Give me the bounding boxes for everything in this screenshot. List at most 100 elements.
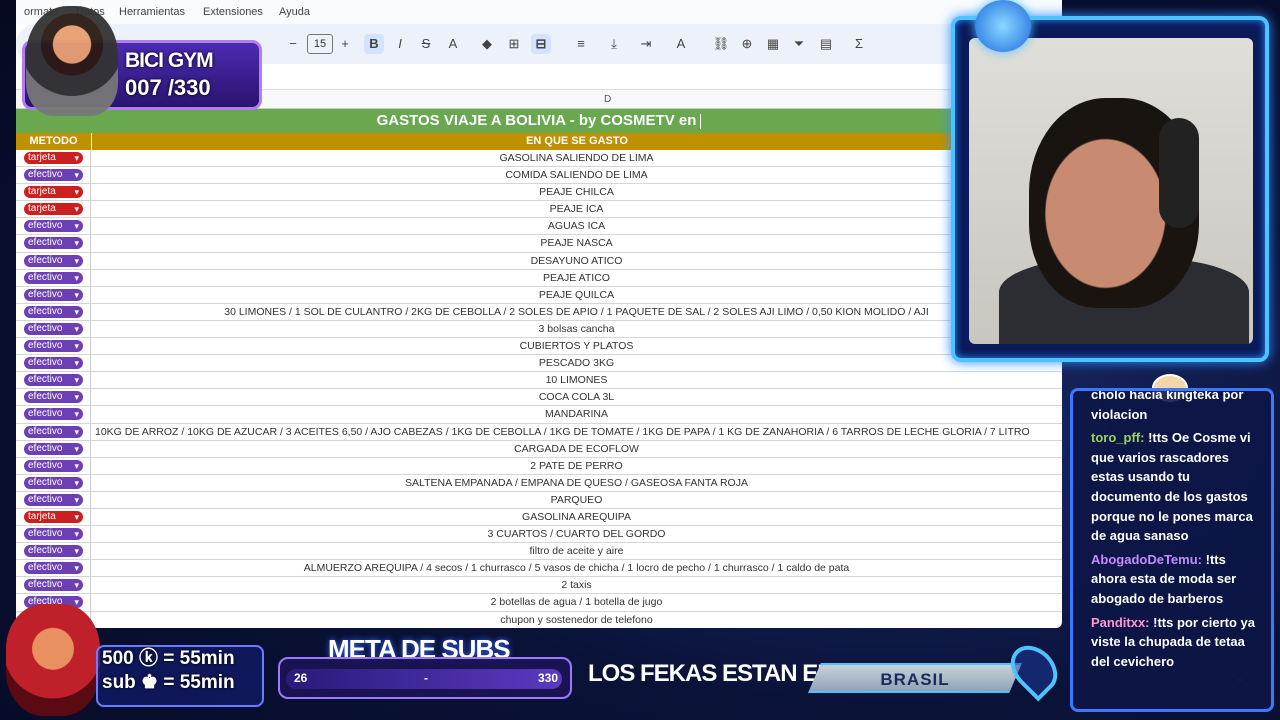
method-dropdown[interactable]: efectivo bbox=[24, 220, 83, 233]
method-cell[interactable]: efectivo bbox=[16, 577, 91, 594]
method-cell[interactable]: tarjeta bbox=[16, 150, 91, 167]
description-cell[interactable]: PEAJE NASCA bbox=[91, 235, 1062, 251]
method-dropdown[interactable]: efectivo bbox=[24, 340, 83, 353]
method-dropdown[interactable]: efectivo bbox=[24, 562, 83, 575]
description-cell[interactable]: PEAJE ATICO bbox=[91, 270, 1062, 286]
decrease-font-button[interactable]: − bbox=[283, 34, 303, 54]
font-size-input[interactable]: 15 bbox=[307, 34, 333, 54]
description-cell[interactable]: PESCADO 3KG bbox=[91, 355, 1062, 371]
chart-icon[interactable]: ▦ bbox=[763, 34, 783, 54]
fill-color-icon[interactable]: ◆ bbox=[477, 34, 497, 54]
method-dropdown[interactable]: efectivo bbox=[24, 545, 83, 558]
menu-extensions[interactable]: Extensiones bbox=[203, 6, 263, 18]
method-dropdown[interactable]: efectivo bbox=[24, 169, 83, 182]
chat-username[interactable]: AbogadoDeTemu: bbox=[1091, 552, 1202, 567]
method-dropdown[interactable]: efectivo bbox=[24, 391, 83, 404]
text-color-button[interactable]: A bbox=[443, 34, 463, 54]
method-cell[interactable]: efectivo bbox=[16, 423, 91, 440]
bold-button[interactable]: B bbox=[364, 34, 384, 54]
method-dropdown[interactable]: efectivo bbox=[24, 476, 83, 489]
description-cell[interactable]: ALMUERZO AREQUIPA / 4 secos / 1 churrasc… bbox=[91, 560, 1062, 576]
method-cell[interactable]: efectivo bbox=[16, 372, 91, 389]
menu-help[interactable]: Ayuda bbox=[279, 6, 310, 18]
description-cell[interactable]: GASOLINA AREQUIPA bbox=[91, 509, 1062, 525]
method-cell[interactable]: efectivo bbox=[16, 491, 91, 508]
link-icon[interactable]: ⛓ bbox=[711, 34, 731, 54]
description-cell[interactable]: 2 taxis bbox=[91, 577, 1062, 593]
description-cell[interactable]: CUBIERTOS Y PLATOS bbox=[91, 338, 1062, 354]
description-cell[interactable]: 30 LIMONES / 1 SOL DE CULANTRO / 2KG DE … bbox=[91, 304, 1062, 320]
method-dropdown[interactable]: efectivo bbox=[24, 271, 83, 284]
borders-icon[interactable]: ⊞ bbox=[504, 34, 524, 54]
method-cell[interactable]: efectivo bbox=[16, 252, 91, 269]
filter-views-icon[interactable]: ▤ bbox=[816, 34, 836, 54]
description-cell[interactable]: MANDARINA bbox=[91, 406, 1062, 422]
method-cell[interactable]: efectivo bbox=[16, 286, 91, 303]
description-cell[interactable]: chupon y sostenedor de telefono bbox=[91, 612, 1062, 628]
method-cell[interactable]: efectivo bbox=[16, 406, 91, 423]
method-cell[interactable]: tarjeta bbox=[16, 201, 91, 218]
align-vertical-icon[interactable]: ⤓ bbox=[604, 34, 624, 54]
increase-font-button[interactable]: + bbox=[335, 34, 355, 54]
description-cell[interactable]: CARGADA DE ECOFLOW bbox=[91, 441, 1062, 457]
method-cell[interactable]: efectivo bbox=[16, 543, 91, 560]
method-dropdown[interactable]: tarjeta bbox=[24, 510, 83, 523]
method-cell[interactable]: efectivo bbox=[16, 526, 91, 543]
method-dropdown[interactable]: efectivo bbox=[24, 408, 83, 421]
strikethrough-button[interactable]: S bbox=[416, 34, 436, 54]
description-cell[interactable]: COMIDA SALIENDO DE LIMA bbox=[91, 167, 1062, 183]
italic-button[interactable]: I bbox=[390, 34, 410, 54]
description-cell[interactable]: PEAJE ICA bbox=[91, 201, 1062, 217]
description-cell[interactable]: GASOLINA SALIENDO DE LIMA bbox=[91, 150, 1062, 166]
method-cell[interactable]: efectivo bbox=[16, 389, 91, 406]
comment-icon[interactable]: ⊕ bbox=[737, 34, 757, 54]
method-cell[interactable]: efectivo bbox=[16, 440, 91, 457]
description-cell[interactable]: 3 bolsas cancha bbox=[91, 321, 1062, 337]
filter-icon[interactable]: ⏷ bbox=[789, 34, 809, 54]
method-dropdown[interactable]: efectivo bbox=[24, 254, 83, 267]
method-dropdown[interactable]: tarjeta bbox=[24, 203, 83, 216]
description-cell[interactable]: 10KG DE ARROZ / 10KG DE AZUCAR / 3 ACEIT… bbox=[91, 424, 1062, 440]
text-rotation-icon[interactable]: A bbox=[671, 34, 691, 54]
description-cell[interactable]: DESAYUNO ATICO bbox=[91, 253, 1062, 269]
method-dropdown[interactable]: efectivo bbox=[24, 459, 83, 472]
method-cell[interactable]: efectivo bbox=[16, 338, 91, 355]
method-dropdown[interactable]: tarjeta bbox=[24, 186, 83, 199]
method-cell[interactable]: efectivo bbox=[16, 474, 91, 491]
description-cell[interactable]: AGUAS ICA bbox=[91, 218, 1062, 234]
description-cell[interactable]: 3 CUARTOS / CUARTO DEL GORDO bbox=[91, 526, 1062, 542]
functions-button[interactable]: Σ bbox=[849, 34, 869, 54]
chat-username[interactable]: Panditxx: bbox=[1091, 615, 1150, 630]
method-dropdown[interactable]: efectivo bbox=[24, 288, 83, 301]
description-cell[interactable]: PARQUEO bbox=[91, 492, 1062, 508]
method-dropdown[interactable]: efectivo bbox=[24, 579, 83, 592]
method-cell[interactable]: tarjeta bbox=[16, 184, 91, 201]
description-cell[interactable]: 10 LIMONES bbox=[91, 372, 1062, 388]
description-cell[interactable]: PEAJE CHILCA bbox=[91, 184, 1062, 200]
method-cell[interactable]: efectivo bbox=[16, 560, 91, 577]
description-cell[interactable]: COCA COLA 3L bbox=[91, 389, 1062, 405]
method-dropdown[interactable]: efectivo bbox=[24, 425, 83, 438]
sheet-title-cell[interactable]: GASTOS VIAJE A BOLIVIA - by COSMETV en bbox=[16, 109, 1062, 133]
method-dropdown[interactable]: efectivo bbox=[24, 374, 83, 387]
description-cell[interactable]: filtro de aceite y aire bbox=[91, 543, 1062, 559]
method-cell[interactable]: tarjeta bbox=[16, 508, 91, 526]
method-cell[interactable]: efectivo bbox=[16, 235, 91, 252]
description-cell[interactable]: PEAJE QUILCA bbox=[91, 287, 1062, 303]
method-cell[interactable]: efectivo bbox=[16, 355, 91, 372]
method-dropdown[interactable]: efectivo bbox=[24, 442, 83, 455]
text-wrap-icon[interactable]: ⇥ bbox=[636, 34, 656, 54]
align-horizontal-icon[interactable]: ≡ bbox=[571, 34, 591, 54]
method-dropdown[interactable]: efectivo bbox=[24, 528, 83, 541]
method-dropdown[interactable]: efectivo bbox=[24, 237, 83, 250]
method-dropdown[interactable]: efectivo bbox=[24, 357, 83, 370]
chat-username[interactable]: toro_pff: bbox=[1091, 430, 1144, 445]
method-cell[interactable]: efectivo bbox=[16, 303, 91, 320]
description-cell[interactable]: 2 botellas de agua / 1 botella de jugo bbox=[91, 594, 1062, 610]
column-letter[interactable]: D bbox=[604, 94, 611, 105]
method-dropdown[interactable]: efectivo bbox=[24, 305, 83, 318]
method-dropdown[interactable]: efectivo bbox=[24, 322, 83, 335]
method-dropdown[interactable]: efectivo bbox=[24, 493, 83, 506]
merge-cells-icon[interactable]: ⊟ bbox=[531, 34, 551, 54]
description-cell[interactable]: 2 PATE DE PERRO bbox=[91, 458, 1062, 474]
